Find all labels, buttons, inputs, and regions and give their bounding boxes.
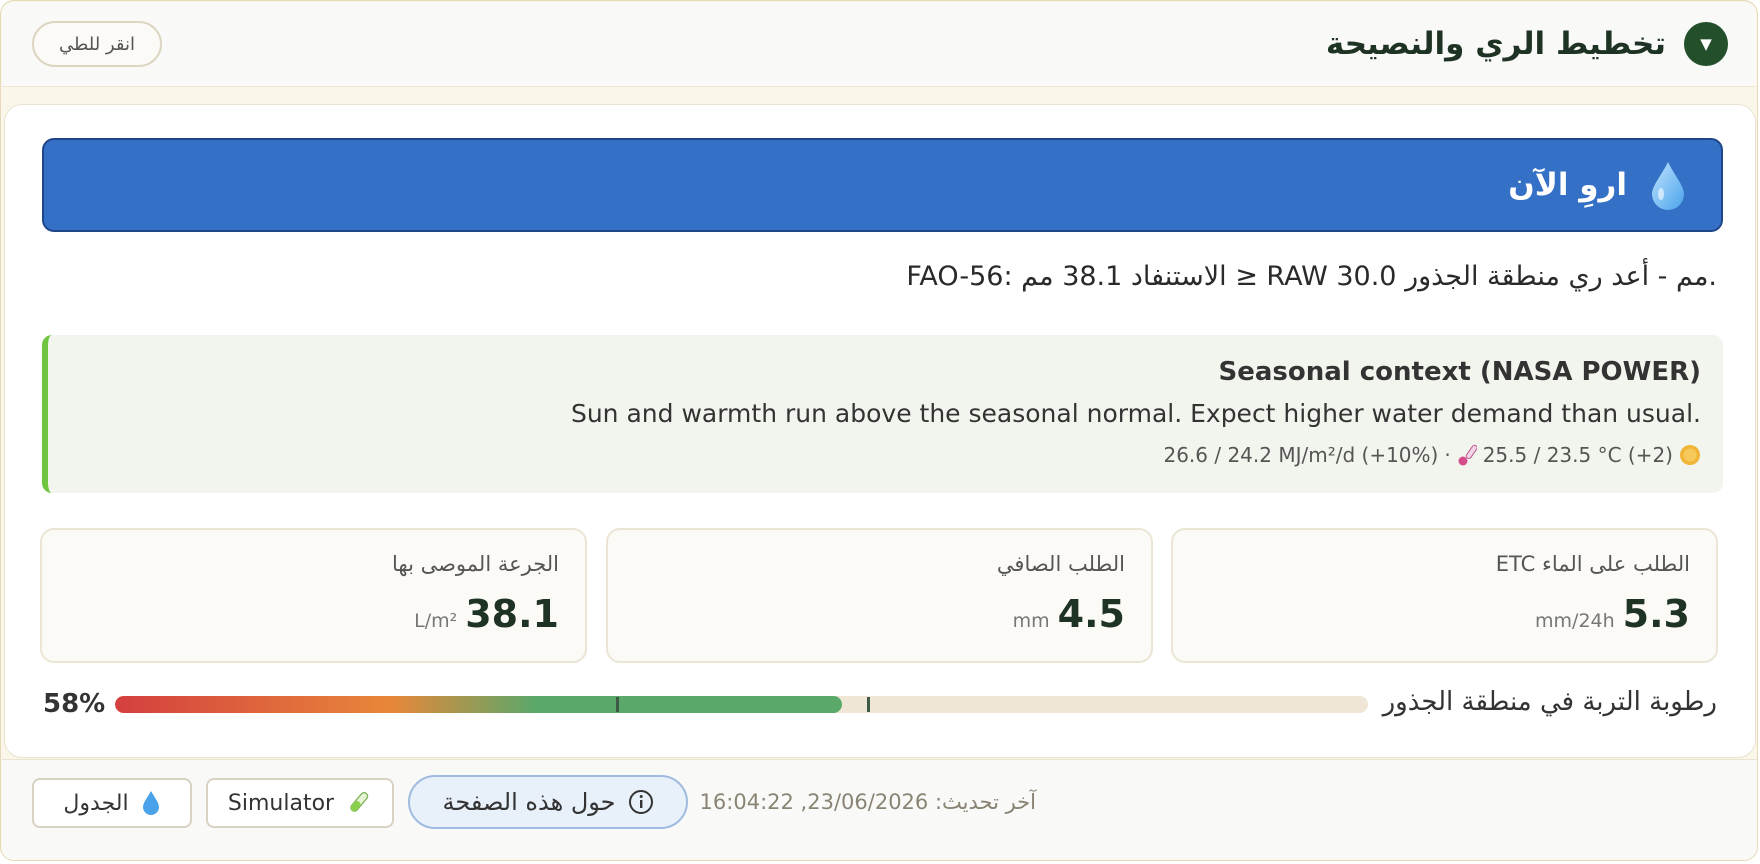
collapse-button[interactable]: انقر للطي — [32, 21, 162, 67]
fao56-advice: FAO-56: الاستنفاد 38.1 مم ≥ RAW 30.0 مم … — [906, 261, 1717, 292]
metric-card-etc: الطلب على الماء ETC 5.3 mm/24h — [1171, 528, 1718, 663]
metric-label: الطلب الصافي — [996, 552, 1125, 576]
chevron-down-icon[interactable]: ▼ — [1684, 22, 1728, 66]
soil-threshold-marker — [616, 697, 620, 712]
page-title: تخطيط الري والنصيحة — [1325, 26, 1666, 62]
test-tube-icon — [350, 792, 369, 812]
irrigate-now-banner: اروِ الآن — [42, 138, 1723, 232]
metric-value-group: 38.1 L/m² — [414, 592, 559, 636]
panel-header[interactable]: انقر للطي ▼ تخطيط الري والنصيحة — [2, 2, 1756, 87]
about-label: حول هذه الصفحة — [442, 788, 616, 816]
metric-unit: mm — [1012, 610, 1050, 632]
schedule-label: الجدول — [63, 790, 129, 816]
temperature-value: 25.5 / 23.5 °C (+2) — [1482, 443, 1673, 467]
metric-label: الجرعة الموصى بها — [392, 552, 559, 576]
seasonal-description: Sun and warmth run above the seasonal no… — [570, 399, 1701, 428]
seasonal-stats: 26.6 / 24.2 MJ/m²/d (+10%) · 25.5 / 23.5… — [1163, 443, 1701, 467]
stats-separator: · — [1444, 443, 1451, 467]
simulator-button[interactable]: Simulator — [206, 778, 394, 828]
about-page-button[interactable]: حول هذه الصفحة — [408, 775, 688, 829]
metric-card-net-demand: الطلب الصافي 4.5 mm — [606, 528, 1153, 663]
water-drop-icon — [142, 791, 159, 815]
soil-threshold-marker — [866, 697, 870, 712]
panel-footer: الجدول Simulator حول هذه الصفحة آخر تحدي… — [2, 759, 1757, 860]
irrigation-panel: انقر للطي ▼ تخطيط الري والنصيحة اروِ الآ… — [0, 0, 1758, 861]
simulator-label: Simulator — [227, 790, 335, 816]
soil-moisture-fill — [115, 696, 842, 713]
advice-card: اروِ الآن FAO-56: الاستنفاد 38.1 مم ≥ RA… — [4, 104, 1756, 758]
metric-unit: mm/24h — [1535, 610, 1615, 632]
soil-moisture-bar — [115, 696, 1368, 713]
soil-moisture-label: رطوبة التربة في منطقة الجذور — [1382, 687, 1717, 717]
metric-label: الطلب على الماء ETC — [1495, 552, 1690, 576]
title-group: ▼ تخطيط الري والنصيحة — [1326, 22, 1728, 66]
metric-value-group: 5.3 mm/24h — [1535, 592, 1690, 636]
seasonal-context-box: Seasonal context (NASA POWER) Sun and wa… — [42, 335, 1723, 493]
metric-unit: L/m² — [414, 610, 458, 632]
solar-value: 26.6 / 24.2 MJ/m²/d (+10%) — [1163, 443, 1439, 467]
seasonal-title: Seasonal context (NASA POWER) — [1218, 357, 1701, 387]
metric-value: 4.5 — [1057, 592, 1125, 636]
water-drop-icon — [1652, 162, 1684, 210]
banner-text: اروِ الآن — [1508, 167, 1627, 203]
metric-value-group: 4.5 mm — [1013, 592, 1125, 636]
sun-icon — [1680, 445, 1700, 465]
metric-value: 38.1 — [465, 592, 559, 636]
info-icon — [628, 790, 653, 814]
soil-moisture-percent: 58% — [43, 689, 106, 719]
metric-card-recommended-dose: الجرعة الموصى بها 38.1 L/m² — [40, 528, 587, 663]
schedule-button[interactable]: الجدول — [32, 778, 192, 828]
metric-value: 5.3 — [1622, 592, 1690, 636]
last-updated: آخر تحديث: 23/06/2026, 16:04:22 — [699, 790, 1036, 814]
thermometer-icon — [1458, 444, 1477, 466]
